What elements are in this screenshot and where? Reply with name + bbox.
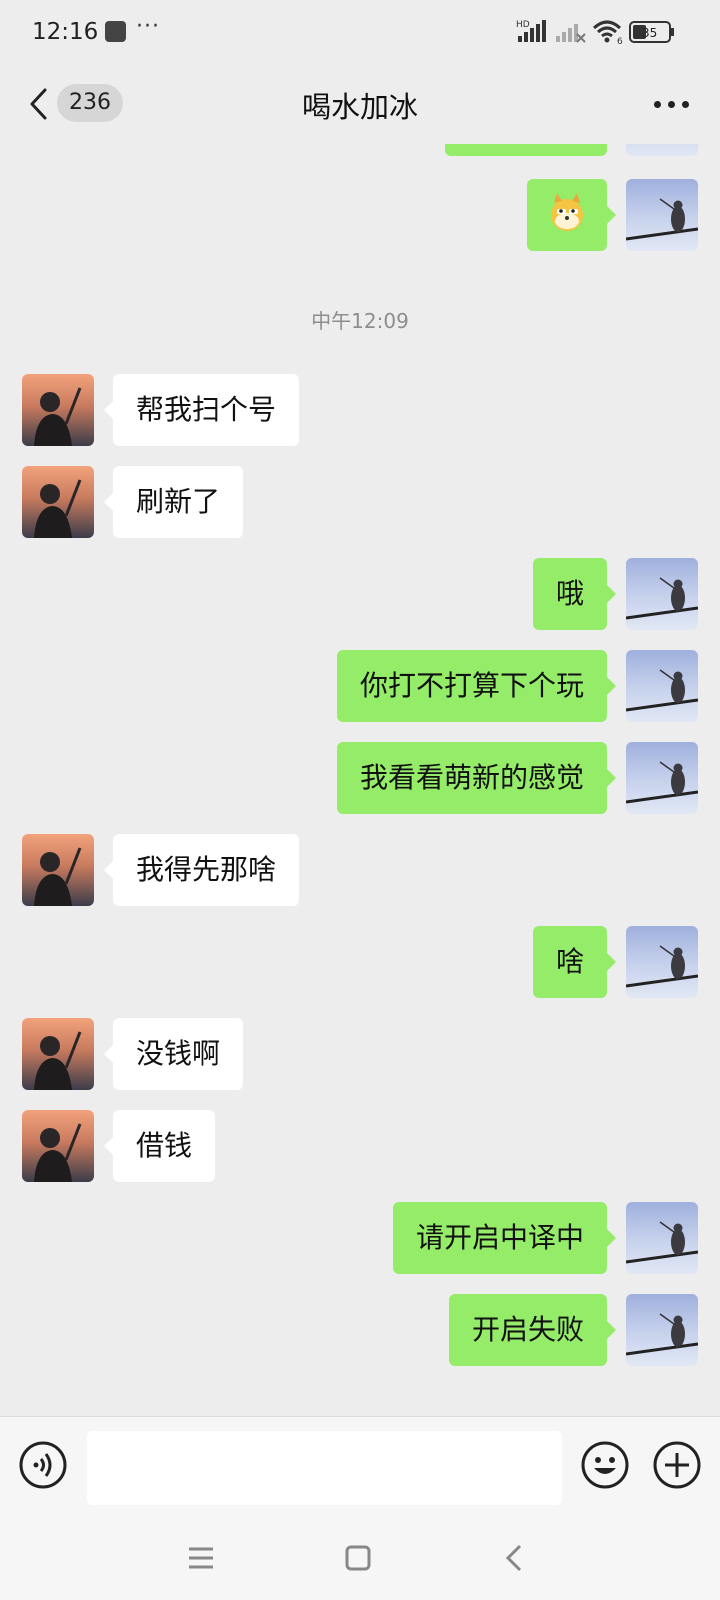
message-bubble[interactable] bbox=[445, 144, 607, 156]
message-outgoing: 请开启中译中 bbox=[0, 1202, 720, 1274]
message-bubble[interactable]: 借钱 bbox=[103, 1110, 216, 1182]
signal-2-icon bbox=[556, 24, 586, 43]
message-incoming: 刷新了 bbox=[0, 466, 720, 538]
bird-avatar-image bbox=[626, 198, 698, 241]
contact-avatar[interactable] bbox=[22, 1110, 94, 1182]
time-divider: 中午12:09 bbox=[311, 309, 409, 333]
message-input-bar bbox=[0, 1416, 720, 1516]
message-outgoing: 哦 bbox=[0, 558, 720, 630]
message-bubble[interactable]: 你打不打算下个玩 bbox=[336, 650, 617, 722]
bird-avatar-image bbox=[626, 945, 698, 988]
my-avatar[interactable] bbox=[626, 179, 698, 251]
bird-avatar-image bbox=[626, 761, 698, 804]
battery-icon: 35 bbox=[629, 21, 674, 43]
bird-avatar-image bbox=[626, 1221, 698, 1264]
message-bubble[interactable]: 帮我扫个号 bbox=[103, 374, 300, 446]
wifi-icon: 6 bbox=[592, 20, 623, 46]
person-avatar-image bbox=[34, 387, 82, 446]
message-bubble[interactable]: 我看看萌新的感觉 bbox=[336, 742, 617, 814]
network-label: HD bbox=[516, 20, 530, 30]
notification-app-icon bbox=[105, 21, 126, 42]
status-bar: 12:16 ··· HD 6 35 bbox=[0, 0, 720, 64]
status-time: 12:16 bbox=[32, 19, 99, 45]
message-bubble[interactable]: 开启失败 bbox=[448, 1294, 617, 1366]
more-icon bbox=[654, 101, 661, 108]
wifi-label: 6 bbox=[617, 37, 623, 46]
my-avatar[interactable] bbox=[626, 926, 698, 998]
message-bubble[interactable]: 啥 bbox=[532, 926, 617, 998]
contact-avatar[interactable] bbox=[22, 834, 94, 906]
message-outgoing: 啥 bbox=[0, 926, 720, 998]
bird-avatar-image bbox=[626, 1313, 698, 1356]
message-bubble[interactable]: 请开启中译中 bbox=[392, 1202, 617, 1274]
bird-avatar-image bbox=[626, 577, 698, 620]
doge-sticker bbox=[551, 193, 583, 231]
message-bubble[interactable]: 刷新了 bbox=[103, 466, 244, 538]
back-icon[interactable] bbox=[26, 86, 50, 122]
person-avatar-image bbox=[34, 1031, 82, 1090]
contact-avatar[interactable] bbox=[22, 374, 94, 446]
system-navigation-bar bbox=[0, 1516, 720, 1600]
message-bubble[interactable]: 没钱啊 bbox=[103, 1018, 244, 1090]
message-input[interactable] bbox=[87, 1431, 562, 1505]
person-avatar-image bbox=[34, 479, 82, 538]
menu-icon[interactable] bbox=[181, 1538, 221, 1578]
battery-level: 35 bbox=[642, 26, 657, 40]
emoji-icon[interactable] bbox=[580, 1440, 630, 1490]
unread-count-badge[interactable]: 236 bbox=[57, 84, 123, 122]
my-avatar[interactable] bbox=[626, 1294, 698, 1366]
more-notifications-icon: ··· bbox=[136, 14, 160, 39]
message-incoming: 借钱 bbox=[0, 1110, 720, 1182]
my-avatar[interactable] bbox=[626, 1202, 698, 1274]
bird-avatar-image bbox=[626, 669, 698, 712]
signal-icon: HD bbox=[516, 20, 546, 42]
message-bubble[interactable] bbox=[527, 179, 616, 251]
more-options-button[interactable] bbox=[644, 84, 700, 124]
chat-header: 236 喝水加冰 bbox=[0, 64, 720, 144]
message-incoming: 没钱啊 bbox=[0, 1018, 720, 1090]
my-avatar[interactable] bbox=[626, 558, 698, 630]
message-incoming: 帮我扫个号 bbox=[0, 374, 720, 446]
plus-icon[interactable] bbox=[652, 1440, 702, 1490]
message-incoming: 我得先那啥 bbox=[0, 834, 720, 906]
message-outgoing-sticker bbox=[0, 179, 720, 251]
chat-message-list[interactable]: 中午12:09 帮我扫个号 刷新了 哦 你打不打算下个玩 我看看萌新的感觉 我得… bbox=[0, 144, 720, 1416]
message-outgoing: 开启失败 bbox=[0, 1294, 720, 1366]
message-bubble[interactable]: 哦 bbox=[532, 558, 617, 630]
bird-avatar-image bbox=[626, 144, 698, 156]
my-avatar[interactable] bbox=[626, 650, 698, 722]
home-icon[interactable] bbox=[338, 1538, 378, 1578]
status-icons: HD 6 35 bbox=[516, 18, 676, 46]
message-outgoing-partial bbox=[0, 144, 720, 156]
message-bubble[interactable]: 我得先那啥 bbox=[103, 834, 300, 906]
voice-icon[interactable] bbox=[18, 1440, 68, 1490]
back-nav-icon[interactable] bbox=[494, 1538, 534, 1578]
message-outgoing: 你打不打算下个玩 bbox=[0, 650, 720, 722]
message-outgoing: 我看看萌新的感觉 bbox=[0, 742, 720, 814]
my-avatar[interactable] bbox=[626, 144, 698, 156]
contact-avatar[interactable] bbox=[22, 466, 94, 538]
my-avatar[interactable] bbox=[626, 742, 698, 814]
person-avatar-image bbox=[34, 847, 82, 906]
contact-avatar[interactable] bbox=[22, 1018, 94, 1090]
person-avatar-image bbox=[34, 1123, 82, 1182]
